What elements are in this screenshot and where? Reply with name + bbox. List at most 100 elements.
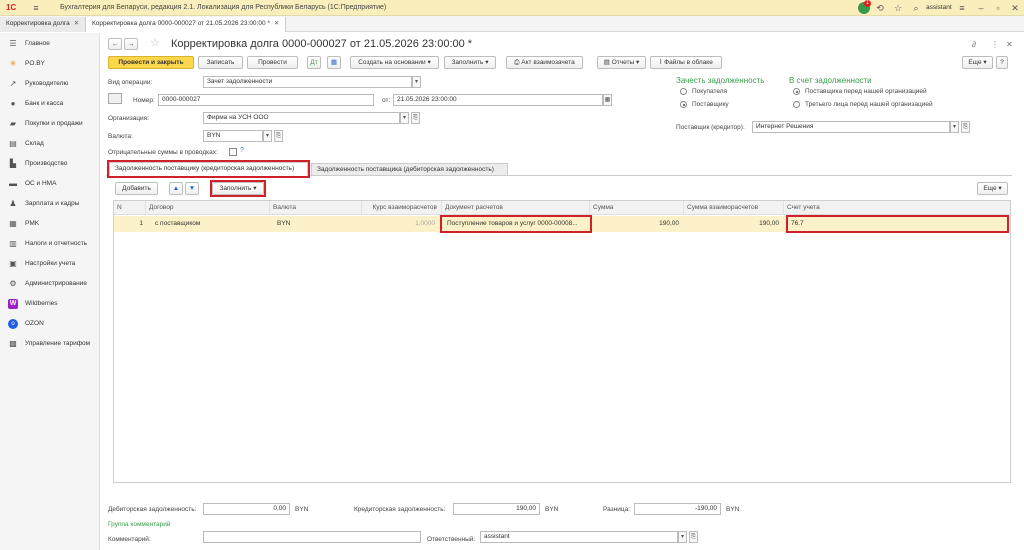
supplier-field[interactable]: Интернет Решения	[752, 121, 950, 133]
help-hint-icon[interactable]: ?	[240, 147, 244, 154]
cell-settlement-sum[interactable]: 190,00	[684, 217, 782, 231]
column-header-sum[interactable]: Сумма	[590, 201, 684, 215]
history-icon[interactable]: ⟲	[874, 2, 886, 14]
column-header-contract[interactable]: Договор	[146, 201, 270, 215]
column-header-rate[interactable]: Курс взаиморасчетов	[362, 201, 442, 215]
sidebar-item-main[interactable]: ☰ Главное	[0, 35, 100, 53]
operation-field[interactable]: Зачет задолженности	[203, 76, 412, 88]
sidebar-item-production[interactable]: ▙ Производство	[0, 155, 100, 173]
sidebar-item-tariff[interactable]: ▩ Управление тарифом	[0, 335, 100, 353]
sidebar-item-wildberries[interactable]: W Wildberries	[0, 295, 100, 313]
star-icon[interactable]: ☆	[892, 2, 904, 14]
favorite-star-icon[interactable]: ☆	[150, 36, 160, 49]
close-tab-icon[interactable]: ✕	[74, 20, 79, 27]
sidebar-item-pmk[interactable]: ▦ PMK	[0, 215, 100, 233]
close-window-icon[interactable]: ✕	[1009, 2, 1021, 14]
sidebar-item-manager[interactable]: ↗ Руководителю	[0, 75, 100, 93]
table-more-button[interactable]: Еще ▾	[977, 182, 1008, 195]
fill-toolbar-button[interactable]: Заполнить ▾	[444, 56, 496, 69]
sidebar-item-ozon[interactable]: o OZON	[0, 315, 100, 333]
number-edit-icon[interactable]	[108, 93, 122, 104]
people-icon: ♟	[9, 199, 17, 208]
operation-label: Вид операции:	[108, 79, 153, 86]
back-button[interactable]: ←	[108, 38, 122, 50]
add-row-button[interactable]: Добавить	[115, 182, 158, 195]
organization-dropdown-icon[interactable]: ▾	[400, 112, 409, 124]
window-tab-debt-adjustment-doc[interactable]: Корректировка долга 0000-000027 от 21.05…	[86, 17, 287, 32]
create-based-on-button[interactable]: Создать на основании ▾	[350, 56, 439, 69]
number-field[interactable]: 0000-000027	[158, 94, 374, 106]
column-header-n[interactable]: N	[114, 201, 146, 215]
sidebar-item-fixed-assets[interactable]: ▬ ОС и НМА	[0, 175, 100, 193]
save-button[interactable]: Записать	[198, 56, 243, 69]
dt-kt-icon[interactable]: Дт	[307, 56, 321, 69]
sidebar-item-warehouse[interactable]: ▤ Склад	[0, 135, 100, 153]
sidebar-item-poby[interactable]: ✳ PO.BY	[0, 55, 100, 73]
cell-currency[interactable]: BYN	[274, 217, 362, 231]
forward-button[interactable]: →	[124, 38, 138, 50]
sidebar-item-purchases-sales[interactable]: ▰ Покупки и продажи	[0, 115, 100, 133]
sidebar-item-label: Руководителю	[25, 80, 69, 87]
post-and-close-button[interactable]: Провести и закрыть	[108, 56, 194, 69]
user-name[interactable]: assistant	[926, 4, 952, 11]
link-icon[interactable]: ∂	[972, 40, 976, 49]
sidebar-item-bank[interactable]: ● Банк и касса	[0, 95, 100, 113]
responsible-dropdown-icon[interactable]: ▾	[678, 531, 687, 543]
offset-act-button[interactable]: ⎙ Акт взаимозачета	[506, 56, 583, 69]
factory-icon: ▙	[9, 159, 17, 168]
sidebar-item-taxes[interactable]: ▥ Налоги и отчетность	[0, 235, 100, 253]
table-more-label: Еще	[983, 185, 997, 192]
date-field[interactable]: 21.05.2026 23:00:00	[393, 94, 603, 106]
supplier-dropdown-icon[interactable]: ▾	[950, 121, 959, 133]
column-header-document[interactable]: Документ расчетов	[442, 201, 590, 215]
tab-debtor-debt[interactable]: Задолженность поставщика (дебиторская за…	[311, 163, 508, 176]
window-tab-debt-adjustment-list[interactable]: Корректировка долга ✕	[0, 17, 87, 32]
post-button[interactable]: Провести	[247, 56, 298, 69]
more-button[interactable]: Еще ▾	[962, 56, 993, 69]
comment-group-title[interactable]: Группа комментарий	[108, 521, 170, 528]
1c-logo-icon: 1С	[6, 3, 17, 12]
cloud-files-button[interactable]: ⌇ Файлы в облаке	[650, 56, 722, 69]
currency-dropdown-icon[interactable]: ▾	[263, 130, 272, 142]
window-tab-bar: Корректировка долга ✕ Корректировка долга…	[0, 16, 1024, 32]
more-vert-icon[interactable]: ⋮	[991, 40, 999, 49]
offset-supplier-radio[interactable]	[680, 101, 687, 108]
sidebar-item-administration[interactable]: ⚙ Администрирование	[0, 275, 100, 293]
calendar-icon[interactable]: ▦	[603, 94, 612, 106]
move-up-icon[interactable]: ▲	[169, 182, 183, 195]
close-form-icon[interactable]: ✕	[1006, 40, 1013, 49]
sidebar-item-accounting-settings[interactable]: ▣ Настройки учета	[0, 255, 100, 273]
supplier-to-org-radio[interactable]	[793, 88, 800, 95]
window-tab-label: Корректировка долга	[6, 20, 70, 27]
cell-contract[interactable]: с поставщиком	[152, 217, 270, 231]
help-button[interactable]: ?	[996, 56, 1008, 69]
operation-dropdown-icon[interactable]: ▾	[412, 76, 421, 88]
minimize-icon[interactable]: –	[975, 2, 987, 14]
currency-field[interactable]: BYN	[203, 130, 263, 142]
sidebar-item-label: PMK	[25, 220, 40, 227]
structure-icon[interactable]: ▦	[327, 56, 341, 69]
restore-icon[interactable]: ▫	[992, 2, 1004, 14]
currency-open-icon[interactable]: ⎘	[274, 130, 283, 142]
hamburger-menu-icon[interactable]: ≡	[30, 2, 42, 14]
supplier-open-icon[interactable]: ⎘	[961, 121, 970, 133]
column-header-settlement-sum[interactable]: Сумма взаиморасчетов	[684, 201, 784, 215]
responsible-open-icon[interactable]: ⎘	[689, 531, 698, 543]
offset-buyer-radio[interactable]	[680, 88, 687, 95]
third-party-radio[interactable]	[793, 101, 800, 108]
close-tab-icon[interactable]: ✕	[274, 20, 279, 27]
negative-sums-checkbox[interactable]	[229, 148, 237, 156]
organization-open-icon[interactable]: ⎘	[411, 112, 420, 124]
move-down-icon[interactable]: ▼	[185, 182, 199, 195]
cell-rate[interactable]: 1,0000	[362, 217, 438, 231]
organization-field[interactable]: Фирма на УСН ООО	[203, 112, 400, 124]
column-header-currency[interactable]: Валюта	[270, 201, 362, 215]
search-icon[interactable]: ⌕	[910, 2, 922, 14]
cell-sum[interactable]: 190,00	[590, 217, 682, 231]
column-header-account[interactable]: Счет учета	[784, 201, 1010, 215]
reports-button[interactable]: ▤ Отчеты ▾	[597, 56, 646, 69]
responsible-field[interactable]: assistant	[480, 531, 678, 543]
comment-field[interactable]	[203, 531, 421, 543]
sidebar-item-salary[interactable]: ♟ Зарплата и кадры	[0, 195, 100, 213]
settings-menu-icon[interactable]: ≡	[956, 2, 968, 14]
